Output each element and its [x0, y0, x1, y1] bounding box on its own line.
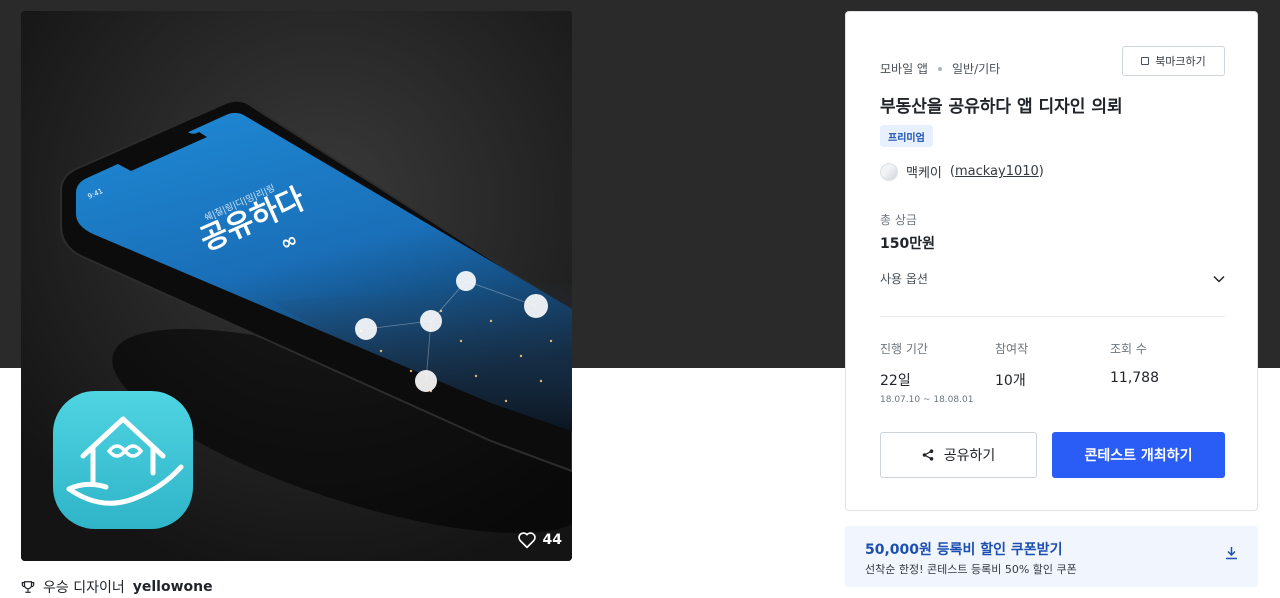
share-icon — [922, 449, 934, 461]
host-name: 맥케이 — [906, 166, 942, 181]
category-sub[interactable]: 일반/기타 — [952, 60, 1000, 77]
download-icon[interactable] — [1225, 546, 1238, 560]
prize-value: 150만원 — [880, 236, 935, 252]
trophy-icon — [21, 580, 35, 594]
bookmark-label: 북마크하기 — [1155, 55, 1206, 68]
host-contest-button[interactable]: 콘테스트 개최하기 — [1052, 432, 1225, 478]
host-id[interactable]: mackay1010 — [955, 164, 1039, 179]
contest-thumbnail[interactable]: 공유하다 쉐|질|링|디|밍|리|링 ∞ 9:41 44 — [21, 11, 572, 561]
divider — [880, 316, 1225, 317]
prize-label: 총 상금 — [880, 213, 917, 227]
stat-label: 참여작 — [995, 342, 1029, 356]
stat-views: 조회 수 11,788 — [1110, 340, 1159, 386]
host-avatar — [880, 162, 898, 181]
bookmark-icon — [1141, 57, 1150, 65]
winner-prefix: 우승 디자이너 — [43, 580, 125, 596]
coupon-banner[interactable]: 50,000원 등록비 할인 쿠폰받기 선착순 한정! 콘테스트 등록비 50%… — [845, 526, 1258, 587]
share-label: 공유하기 — [943, 448, 996, 464]
share-button[interactable]: 공유하기 — [880, 432, 1037, 478]
stat-duration: 진행 기간 22일 18.07.10 ~ 18.08.01 — [880, 340, 973, 405]
host-id-wrapper: (mackay1010) — [950, 164, 1044, 179]
like-count: 44 — [542, 532, 562, 548]
usage-options-label: 사용 옵션 — [880, 272, 928, 286]
app-logo-icon — [53, 391, 193, 529]
like-button[interactable]: 44 — [517, 531, 562, 549]
premium-badge: 프리미엄 — [880, 125, 933, 147]
contest-info-card: 모바일 앱 일반/기타 북마크하기 부동산을 공유하다 앱 디자인 의뢰 프리미… — [845, 11, 1258, 511]
category-main[interactable]: 모바일 앱 — [880, 60, 928, 77]
separator-dot — [937, 66, 942, 71]
host-info[interactable]: 맥케이 (mackay1010) — [880, 162, 1044, 181]
usage-options-toggle[interactable]: 사용 옵션 — [880, 270, 1225, 287]
page: 공유하다 쉐|질|링|디|밍|리|링 ∞ 9:41 44 우승 디자이너 yel… — [0, 0, 1280, 598]
stat-label: 조회 수 — [1110, 342, 1147, 356]
coupon-subtitle: 선착순 한정! 콘테스트 등록비 50% 할인 쿠폰 — [865, 563, 1077, 576]
contest-title: 부동산을 공유하다 앱 디자인 의뢰 — [880, 97, 1123, 117]
stat-entries: 참여작 10개 — [995, 340, 1028, 390]
category-breadcrumb: 모바일 앱 일반/기타 — [880, 60, 1000, 77]
bookmark-button[interactable]: 북마크하기 — [1122, 46, 1225, 76]
stat-value: 10개 — [995, 373, 1026, 389]
winner-name[interactable]: yellowone — [133, 579, 213, 595]
stat-label: 진행 기간 — [880, 342, 928, 356]
heart-icon — [517, 531, 537, 549]
winner-designer: 우승 디자이너 yellowone — [21, 577, 213, 597]
stat-value: 22일 — [880, 373, 911, 389]
stat-date-range: 18.07.10 ~ 18.08.01 — [880, 395, 974, 405]
coupon-title: 50,000원 등록비 할인 쿠폰받기 — [865, 542, 1063, 558]
host-id-close: ) — [1038, 164, 1044, 179]
phone-mockup-illustration: 공유하다 쉐|질|링|디|밍|리|링 ∞ 9:41 — [21, 11, 572, 561]
stat-value: 11,788 — [1110, 370, 1159, 386]
chevron-down-icon — [1213, 275, 1225, 283]
